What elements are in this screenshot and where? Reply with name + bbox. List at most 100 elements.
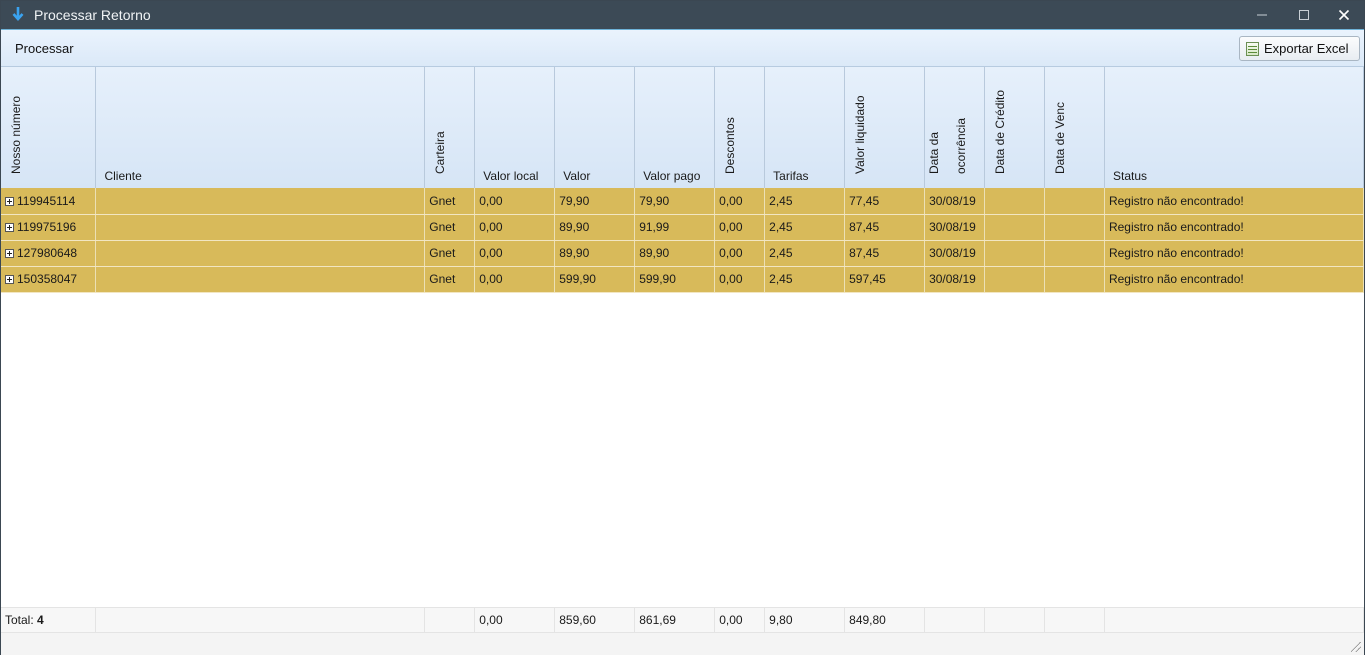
cell-carteira: Gnet	[424, 266, 476, 293]
table-row[interactable]: 119975196 Gnet 0,00 89,90 91,99 0,00 2,4…	[1, 214, 1365, 241]
cell-status: Registro não encontrado!	[1104, 266, 1365, 293]
cell-data-credito	[984, 188, 1046, 215]
cell-descontos: 0,00	[714, 240, 766, 267]
title-bar[interactable]: Processar Retorno	[1, 1, 1364, 29]
cell-valor-liquidado: 77,45	[844, 188, 926, 215]
excel-icon	[1246, 41, 1259, 56]
totals-row: Total: 4 0,00 859,60 861,69 0,00 9,80 84…	[1, 607, 1364, 633]
table-row[interactable]: 150358047 Gnet 0,00 599,90 599,90 0,00 2…	[1, 266, 1365, 293]
total-label: Total:	[5, 613, 34, 627]
column-header-data-ocorrencia-line2: ocorrência	[954, 117, 969, 174]
cell-data-credito	[984, 214, 1046, 241]
total-descontos: 0,00	[714, 607, 766, 633]
cell-nosso-numero: 119945114	[1, 188, 97, 215]
window-title: Processar Retorno	[34, 7, 151, 23]
processar-menu[interactable]: Processar	[15, 41, 74, 56]
total-empty-cell	[924, 607, 986, 633]
cell-cliente	[95, 214, 426, 241]
cell-data-venc	[1044, 214, 1105, 241]
column-header-valor-local[interactable]: Valor local	[474, 67, 556, 189]
column-header-status[interactable]: Status	[1104, 67, 1364, 189]
close-button[interactable]	[1323, 1, 1365, 29]
cell-nosso-numero: 127980648	[1, 240, 97, 267]
column-header-data-ocorrencia[interactable]: Data da ocorrência	[924, 67, 986, 189]
cell-valor-pago: 91,99	[634, 214, 716, 241]
minimize-icon	[1257, 14, 1267, 16]
expand-row-icon[interactable]	[5, 196, 14, 206]
cell-data-venc	[1044, 188, 1105, 215]
cell-status: Registro não encontrado!	[1104, 240, 1365, 267]
total-tarifas: 9,80	[764, 607, 846, 633]
cell-data-venc	[1044, 266, 1105, 293]
maximize-button[interactable]	[1283, 1, 1325, 29]
cell-valor-local: 0,00	[474, 266, 556, 293]
cell-valor-pago: 89,90	[634, 240, 716, 267]
column-header-valor[interactable]: Valor	[554, 67, 636, 189]
column-header-tarifas[interactable]: Tarifas	[764, 67, 846, 189]
column-header-descontos[interactable]: Descontos	[714, 67, 766, 189]
column-header-data-credito[interactable]: Data de Crédito	[984, 67, 1046, 189]
grid-header: Nosso número Cliente Carteira Valor loca…	[1, 67, 1364, 189]
maximize-icon	[1299, 10, 1309, 20]
total-valor-liquidado: 849,80	[844, 607, 926, 633]
total-valor-local: 0,00	[474, 607, 556, 633]
export-excel-button[interactable]: Exportar Excel	[1239, 36, 1360, 61]
cell-data-venc	[1044, 240, 1105, 267]
cell-tarifas: 2,45	[764, 188, 846, 215]
total-empty-cell	[984, 607, 1046, 633]
cell-valor-liquidado: 87,45	[844, 214, 926, 241]
cell-cliente	[95, 266, 426, 293]
cell-descontos: 0,00	[714, 214, 766, 241]
minimize-button[interactable]	[1241, 1, 1283, 29]
total-empty-cell	[95, 607, 426, 633]
cell-tarifas: 2,45	[764, 266, 846, 293]
cell-valor-liquidado: 597,45	[844, 266, 926, 293]
export-excel-label: Exportar Excel	[1264, 41, 1349, 56]
cell-data-credito	[984, 240, 1046, 267]
cell-tarifas: 2,45	[764, 240, 846, 267]
expand-row-icon[interactable]	[5, 275, 14, 284]
cell-valor: 89,90	[554, 214, 636, 241]
cell-valor-pago: 79,90	[634, 188, 716, 215]
table-row[interactable]: 127980648 Gnet 0,00 89,90 89,90 0,00 2,4…	[1, 240, 1365, 267]
total-empty-cell	[1044, 607, 1106, 633]
processar-retorno-window: Processar Retorno Processar Exportar Exc…	[0, 0, 1365, 655]
cell-carteira: Gnet	[424, 240, 476, 267]
cell-valor: 89,90	[554, 240, 636, 267]
cell-valor-local: 0,00	[474, 240, 556, 267]
column-header-carteira[interactable]: Carteira	[424, 67, 476, 189]
resize-grip-icon[interactable]	[1351, 642, 1361, 652]
cell-nosso-numero: 119975196	[1, 214, 97, 241]
column-header-data-ocorrencia-line1: Data da	[927, 131, 942, 174]
cell-carteira: Gnet	[424, 214, 476, 241]
column-header-valor-liquidado[interactable]: Valor liquidado	[844, 67, 926, 189]
cell-tarifas: 2,45	[764, 214, 846, 241]
cell-carteira: Gnet	[424, 188, 476, 215]
cell-valor: 599,90	[554, 266, 636, 293]
column-header-valor-pago[interactable]: Valor pago	[634, 67, 716, 189]
expand-row-icon[interactable]	[5, 223, 14, 232]
cell-valor-pago: 599,90	[634, 266, 716, 293]
total-valor-pago: 861,69	[634, 607, 716, 633]
cell-descontos: 0,00	[714, 266, 766, 293]
cell-valor-liquidado: 87,45	[844, 240, 926, 267]
cell-data-credito	[984, 266, 1046, 293]
total-empty-cell	[1104, 607, 1364, 633]
status-bar	[1, 633, 1364, 655]
column-header-cliente[interactable]: Cliente	[95, 67, 426, 189]
cell-data-ocorrencia: 30/08/19	[924, 214, 986, 241]
cell-data-ocorrencia: 30/08/19	[924, 188, 986, 215]
table-row[interactable]: 119945114 Gnet 0,00 79,90 79,90 0,00 2,4…	[1, 188, 1365, 215]
cell-descontos: 0,00	[714, 188, 766, 215]
grid-body: 119945114 Gnet 0,00 79,90 79,90 0,00 2,4…	[1, 188, 1365, 293]
cell-cliente	[95, 240, 426, 267]
cell-valor-local: 0,00	[474, 214, 556, 241]
total-valor: 859,60	[554, 607, 636, 633]
cell-cliente	[95, 188, 426, 215]
expand-row-icon[interactable]	[5, 249, 14, 258]
total-count-cell: Total: 4	[1, 607, 97, 633]
column-header-data-venc[interactable]: Data de Venc	[1044, 67, 1106, 189]
cell-nosso-numero: 150358047	[1, 266, 97, 293]
close-icon	[1338, 9, 1350, 21]
column-header-nosso-numero[interactable]: Nosso número	[1, 67, 97, 189]
